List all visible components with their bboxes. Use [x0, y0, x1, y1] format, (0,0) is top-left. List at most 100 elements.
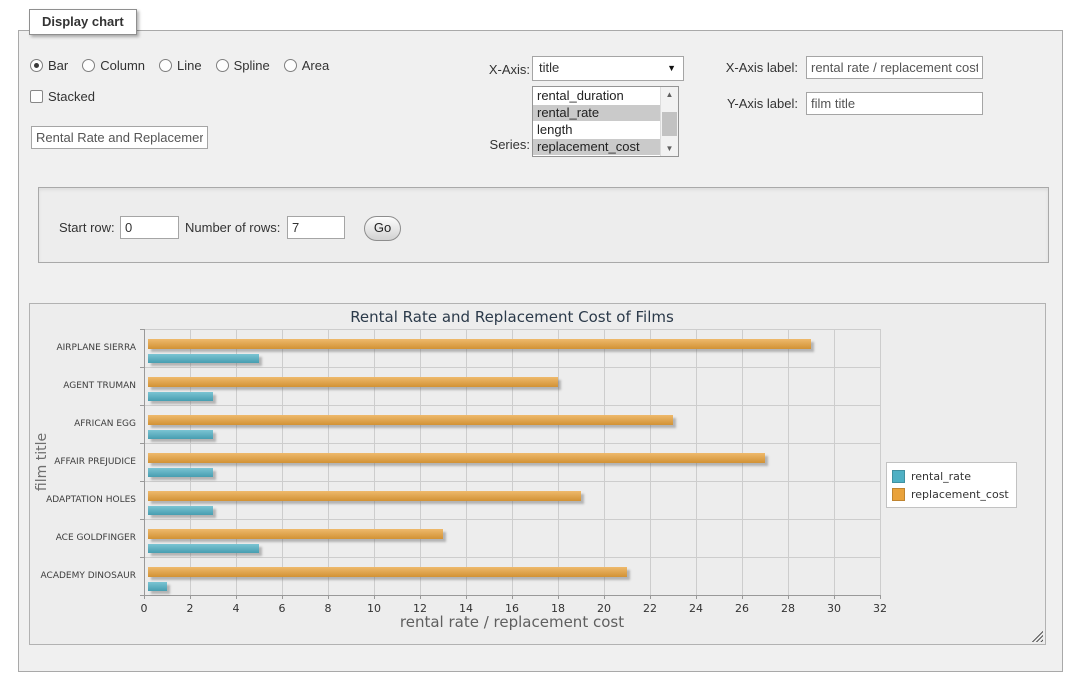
legend-label: rental_rate [911, 470, 971, 483]
go-button[interactable]: Go [364, 216, 401, 241]
chart-type-radio-spline[interactable]: Spline [216, 58, 270, 73]
chart-type-radio-bar[interactable]: Bar [30, 58, 68, 73]
bar-rental_rate [148, 468, 213, 477]
y-axis-tick [140, 557, 144, 558]
bar-rental_rate [148, 354, 259, 363]
x-axis-tick [834, 596, 835, 599]
series-listbox[interactable]: rental_durationrental_ratelengthreplacem… [532, 86, 679, 157]
scroll-down-icon[interactable]: ▼ [661, 141, 678, 156]
radio-icon[interactable] [284, 59, 297, 72]
x-axis-tick [558, 596, 559, 599]
x-axis-tick [512, 596, 513, 599]
bar-replacement_cost [148, 567, 627, 577]
radio-label: Column [100, 58, 145, 73]
y-axis-label-field-label: Y-Axis label: [708, 96, 798, 111]
chart-legend: rental_rate replacement_cost [886, 462, 1017, 508]
chart-title-input[interactable] [31, 126, 208, 149]
chart-type-radio-area[interactable]: Area [284, 58, 329, 73]
bar-rental_rate [148, 392, 213, 401]
category-label: AIRPLANE SIERRA [32, 342, 136, 354]
legend-swatch-icon [892, 488, 905, 501]
gridline-horizontal [144, 367, 880, 368]
category-label: ACADEMY DINOSAUR [32, 570, 136, 582]
panel-title: Display chart [29, 9, 137, 35]
x-axis-label-field-label: X-Axis label: [708, 60, 798, 75]
x-axis-tick [282, 596, 283, 599]
x-axis-tick [466, 596, 467, 599]
y-axis-tick [140, 595, 144, 596]
gridline-vertical [880, 329, 881, 595]
y-axis-tick [140, 519, 144, 520]
y-axis-tick [140, 329, 144, 330]
legend-item-replacement_cost[interactable]: replacement_cost [892, 485, 1009, 503]
chart-plot-area: 02468101214161820222426283032AIRPLANE SI… [144, 329, 880, 595]
start-row-input[interactable] [120, 216, 179, 239]
x-axis-tick [880, 596, 881, 599]
stacked-checkbox[interactable] [30, 90, 43, 103]
radio-icon[interactable] [216, 59, 229, 72]
gridline-horizontal [144, 405, 880, 406]
series-option-rental_duration[interactable]: rental_duration [533, 88, 661, 104]
chart-container: Rental Rate and Replacement Cost of Film… [29, 303, 1046, 645]
gridline-horizontal [144, 481, 880, 482]
radio-label: Spline [234, 58, 270, 73]
gridline-vertical [834, 329, 835, 595]
scrollbar-thumb[interactable] [662, 112, 677, 136]
x-axis-tick [696, 596, 697, 599]
display-chart-panel: Display chart BarColumnLineSplineArea St… [18, 30, 1063, 672]
gridline-horizontal [144, 557, 880, 558]
gridline-horizontal [144, 329, 880, 330]
dropdown-arrow-icon: ▼ [667, 64, 676, 73]
bar-rental_rate [148, 506, 213, 515]
y-axis-tick [140, 443, 144, 444]
radio-icon[interactable] [82, 59, 95, 72]
y-axis-line [144, 329, 145, 595]
gridline-horizontal [144, 519, 880, 520]
x-axis-tick [788, 596, 789, 599]
chart-type-radio-line[interactable]: Line [159, 58, 202, 73]
y-axis-title: film title [34, 417, 50, 507]
chart-type-radio-column[interactable]: Column [82, 58, 145, 73]
chart-title: Rental Rate and Replacement Cost of Film… [144, 308, 880, 326]
number-of-rows-input[interactable] [287, 216, 345, 239]
x-axis-select-label: X-Axis: [441, 62, 530, 77]
radio-icon[interactable] [159, 59, 172, 72]
series-option-replacement_cost[interactable]: replacement_cost [533, 139, 661, 155]
radio-icon[interactable] [30, 59, 43, 72]
x-axis-selected-value: title [539, 60, 559, 75]
listbox-scrollbar[interactable]: ▲ ▼ [660, 87, 678, 156]
resize-grip-icon[interactable] [1031, 630, 1043, 642]
bar-replacement_cost [148, 339, 811, 349]
series-option-rental_rate[interactable]: rental_rate [533, 105, 661, 121]
x-axis-select[interactable]: title ▼ [532, 56, 684, 81]
x-axis-tick [650, 596, 651, 599]
bar-replacement_cost [148, 453, 765, 463]
radio-label: Bar [48, 58, 68, 73]
legend-swatch-icon [892, 470, 905, 483]
x-axis-tick [604, 596, 605, 599]
number-of-rows-label: Number of rows: [185, 220, 280, 235]
stacked-label: Stacked [48, 89, 95, 104]
category-label: AGENT TRUMAN [32, 380, 136, 392]
y-axis-tick [140, 405, 144, 406]
bar-rental_rate [148, 582, 167, 591]
scroll-up-icon[interactable]: ▲ [661, 87, 678, 102]
category-label: ACE GOLDFINGER [32, 532, 136, 544]
x-axis-label-input[interactable] [806, 56, 983, 79]
bar-replacement_cost [148, 415, 673, 425]
gridline-vertical [788, 329, 789, 595]
x-axis-title: rental rate / replacement cost [144, 613, 880, 631]
y-axis-label-input[interactable] [806, 92, 983, 115]
legend-label: replacement_cost [911, 488, 1009, 501]
start-row-label: Start row: [59, 220, 115, 235]
bar-rental_rate [148, 544, 259, 553]
bar-replacement_cost [148, 377, 558, 387]
x-axis-tick [374, 596, 375, 599]
legend-item-rental_rate[interactable]: rental_rate [892, 467, 1009, 485]
series-listbox-options: rental_durationrental_ratelengthreplacem… [533, 88, 678, 155]
x-axis-tick [742, 596, 743, 599]
x-axis-tick [328, 596, 329, 599]
series-option-length[interactable]: length [533, 122, 661, 138]
radio-label: Line [177, 58, 202, 73]
stacked-checkbox-row[interactable]: Stacked [30, 89, 95, 104]
